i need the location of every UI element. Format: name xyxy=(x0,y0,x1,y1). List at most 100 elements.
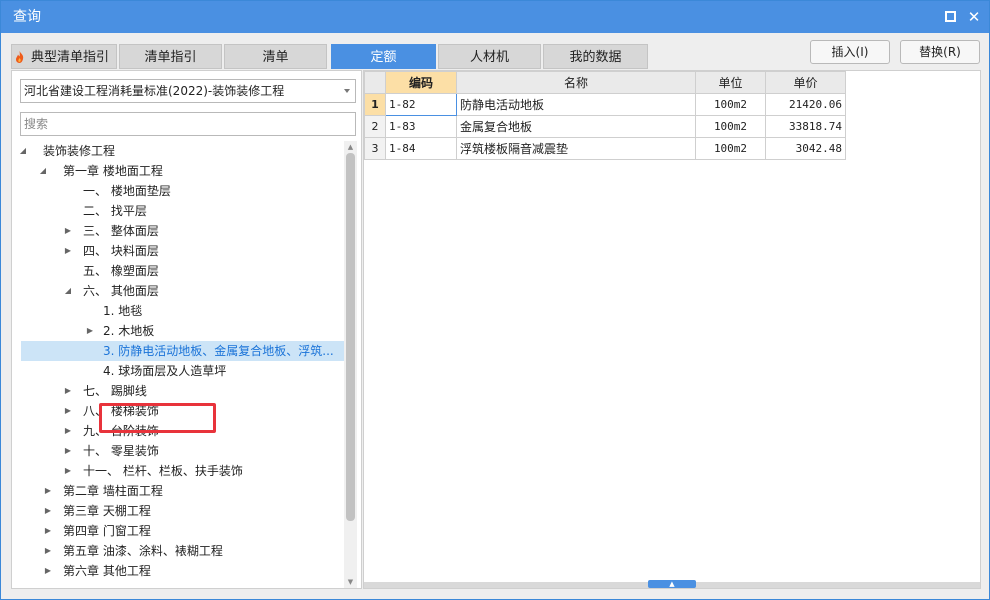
scroll-up-icon[interactable]: ▲ xyxy=(344,141,357,153)
cell-name[interactable]: 防静电活动地板 xyxy=(456,93,696,116)
quota-tree-panel: 河北省建设工程消耗量标准(2022)-装饰装修工程 ◢ 装饰装修工程 ◢ 第一章 楼… xyxy=(11,70,362,589)
tree-node-chapter-3[interactable]: ▶ 第三章 天棚工程 xyxy=(12,501,344,521)
flame-icon xyxy=(16,51,24,63)
tree-node-label: 2. 木地板 xyxy=(103,324,155,338)
tree-node-label: 第五章 油漆、涂料、裱糊工程 xyxy=(63,544,223,558)
tab-my-data[interactable]: 我的数据 xyxy=(543,44,648,69)
tree-node-chapter-2[interactable]: ▶ 第二章 墙柱面工程 xyxy=(12,481,344,501)
tab-typical-bill-guide[interactable]: 典型清单指引 xyxy=(11,44,117,69)
tab-bill-guide[interactable]: 清单指引 xyxy=(119,44,222,69)
tree-node-item-3[interactable]: 3. 防静电活动地板、金属复合地板、浮筑... xyxy=(21,341,344,361)
close-icon[interactable]: ✕ xyxy=(965,8,983,26)
cell-price[interactable]: 33818.74 xyxy=(765,115,846,138)
collapsed-arrow-icon[interactable]: ▶ xyxy=(63,421,73,441)
collapsed-arrow-icon[interactable]: ▶ xyxy=(63,241,73,261)
cell-code[interactable]: 1-84 xyxy=(385,137,457,160)
column-header-price[interactable]: 单价 xyxy=(765,71,846,94)
row-number: 3 xyxy=(364,137,386,160)
collapsed-arrow-icon[interactable]: ▶ xyxy=(85,321,95,341)
tree-node-section-7[interactable]: ▶ 七、 踢脚线 xyxy=(12,381,344,401)
scrollbar-thumb[interactable] xyxy=(346,153,355,521)
tree-node-section-2[interactable]: 二、 找平层 xyxy=(12,201,344,221)
tree-node-label: 十、 零星装饰 xyxy=(83,444,159,458)
tree-node-item-4[interactable]: 4. 球场面层及人造草坪 xyxy=(12,361,344,381)
expanded-arrow-icon[interactable]: ◢ xyxy=(63,281,73,301)
collapsed-arrow-icon[interactable]: ▶ xyxy=(43,521,53,541)
column-header-code[interactable]: 编码 xyxy=(385,71,457,94)
table-header-row: 编码 名称 单位 单价 xyxy=(364,71,846,94)
collapsed-arrow-icon[interactable]: ▶ xyxy=(63,441,73,461)
tree-node-label: 四、 块料面层 xyxy=(83,244,159,258)
table-row[interactable]: 1 1-82 防静电活动地板 100m2 21420.06 xyxy=(364,93,846,116)
maximize-icon[interactable] xyxy=(941,8,959,26)
column-header-unit[interactable]: 单位 xyxy=(695,71,766,94)
cell-price[interactable]: 21420.06 xyxy=(765,93,846,116)
cell-unit[interactable]: 100m2 xyxy=(695,137,766,160)
tree-node-chapter-5[interactable]: ▶ 第五章 油漆、涂料、裱糊工程 xyxy=(12,541,344,561)
expanded-arrow-icon[interactable]: ◢ xyxy=(38,161,48,181)
row-number: 1 xyxy=(364,93,386,116)
tree-node-item-1[interactable]: 1. 地毯 xyxy=(12,301,344,321)
tab-label: 我的数据 xyxy=(569,50,622,65)
cell-unit[interactable]: 100m2 xyxy=(695,93,766,116)
tree-node-label: 第六章 其他工程 xyxy=(63,564,151,578)
replace-button[interactable]: 替换(R) xyxy=(900,40,980,64)
tab-quota[interactable]: 定额 xyxy=(331,44,436,69)
collapsed-arrow-icon[interactable]: ▶ xyxy=(43,481,53,501)
collapsed-arrow-icon[interactable]: ▶ xyxy=(43,561,53,581)
expanded-arrow-icon[interactable]: ◢ xyxy=(18,141,28,161)
collapsed-arrow-icon[interactable]: ▶ xyxy=(63,221,73,241)
library-select[interactable]: 河北省建设工程消耗量标准(2022)-装饰装修工程 xyxy=(20,79,356,103)
cell-name[interactable]: 浮筑楼板隔音减震垫 xyxy=(456,137,696,160)
collapsed-arrow-icon[interactable]: ▶ xyxy=(43,501,53,521)
query-window: 查询 ✕ 典型清单指引 清单指引 清单 定额 人材机 我的数据 插入(I) 替换… xyxy=(0,0,990,600)
cell-code[interactable]: 1-83 xyxy=(385,115,457,138)
tab-label: 清单指引 xyxy=(144,50,197,65)
library-select-value: 河北省建设工程消耗量标准(2022)-装饰装修工程 xyxy=(24,84,285,98)
tree-node-label: 装饰装修工程 xyxy=(43,144,116,158)
collapsed-arrow-icon[interactable]: ▶ xyxy=(63,461,73,481)
cell-name[interactable]: 金属复合地板 xyxy=(456,115,696,138)
splitter-handle[interactable]: ▲ xyxy=(648,580,696,588)
tree-node-section-3[interactable]: ▶ 三、 整体面层 xyxy=(12,221,344,241)
tab-label: 人材机 xyxy=(469,50,509,65)
collapsed-arrow-icon[interactable]: ▶ xyxy=(63,381,73,401)
tree-node-label: 第三章 天棚工程 xyxy=(63,504,151,518)
tree-node-label: 六、 其他面层 xyxy=(83,284,159,298)
tree-node-label: 4. 球场面层及人造草坪 xyxy=(103,364,227,378)
table-row[interactable]: 2 1-83 金属复合地板 100m2 33818.74 xyxy=(364,115,846,138)
tab-bill[interactable]: 清单 xyxy=(224,44,327,69)
insert-button[interactable]: 插入(I) xyxy=(810,40,890,64)
table-row[interactable]: 3 1-84 浮筑楼板隔音减震垫 100m2 3042.48 xyxy=(364,137,846,160)
tree-scrollbar[interactable]: ▲ ▼ xyxy=(344,141,357,588)
column-header-name[interactable]: 名称 xyxy=(456,71,696,94)
tree-node-label: 一、 楼地面垫层 xyxy=(83,184,171,198)
collapsed-arrow-icon[interactable]: ▶ xyxy=(63,401,73,421)
tree-node-item-2[interactable]: ▶ 2. 木地板 xyxy=(12,321,344,341)
row-number: 2 xyxy=(364,115,386,138)
scroll-down-icon[interactable]: ▼ xyxy=(344,576,357,588)
cell-code[interactable]: 1-82 xyxy=(385,93,457,116)
title-bar[interactable]: 查询 ✕ xyxy=(1,1,989,33)
tree-node-section-5[interactable]: 五、 橡塑面层 xyxy=(12,261,344,281)
quota-grid-panel: 编码 名称 单位 单价 1 1-82 防静电活动地板 100m2 21420.0… xyxy=(363,70,981,589)
quota-table: 编码 名称 单位 单价 1 1-82 防静电活动地板 100m2 21420.0… xyxy=(364,71,846,160)
tree-node-section-4[interactable]: ▶ 四、 块料面层 xyxy=(12,241,344,261)
tree-node-chapter-1[interactable]: ◢ 第一章 楼地面工程 xyxy=(12,161,344,181)
row-number-header xyxy=(364,71,386,94)
tree-node-section-10[interactable]: ▶ 十、 零星装饰 xyxy=(12,441,344,461)
tree-node-label: 二、 找平层 xyxy=(83,204,147,218)
tree-node-decoration[interactable]: ◢ 装饰装修工程 xyxy=(12,141,344,161)
collapsed-arrow-icon[interactable]: ▶ xyxy=(43,541,53,561)
tree-node-chapter-6[interactable]: ▶ 第六章 其他工程 xyxy=(12,561,344,581)
tree-node-section-1[interactable]: 一、 楼地面垫层 xyxy=(12,181,344,201)
tab-labor-material-machine[interactable]: 人材机 xyxy=(438,44,541,69)
tree-node-section-11[interactable]: ▶ 十一、 栏杆、栏板、扶手装饰 xyxy=(12,461,344,481)
tree-node-section-6[interactable]: ◢ 六、 其他面层 xyxy=(12,281,344,301)
chevron-down-icon xyxy=(344,89,350,93)
cell-unit[interactable]: 100m2 xyxy=(695,115,766,138)
search-input[interactable] xyxy=(20,112,356,136)
cell-price[interactable]: 3042.48 xyxy=(765,137,846,160)
tab-label: 清单 xyxy=(262,50,289,65)
tree-node-chapter-4[interactable]: ▶ 第四章 门窗工程 xyxy=(12,521,344,541)
